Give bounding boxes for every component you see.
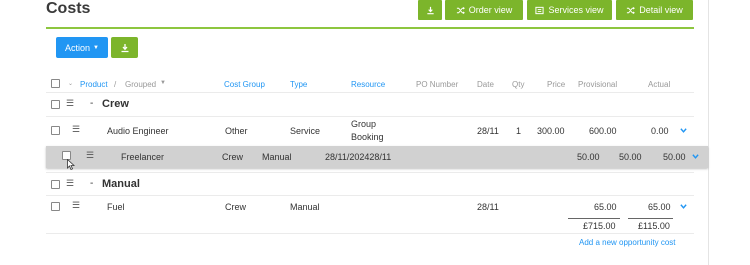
group-checkbox[interactable] (51, 100, 60, 109)
column-header-type[interactable]: Type (290, 80, 307, 89)
row-resource-line2: Booking (351, 132, 384, 142)
row-price: 50.00 (577, 152, 600, 162)
totals-rule-provisional (568, 218, 620, 219)
order-view-label: Order view (468, 5, 513, 15)
row-actual: 65.00 (648, 202, 671, 212)
row-type: Manual (262, 152, 292, 162)
row-separator (46, 195, 694, 196)
row-price: 300.00 (537, 126, 565, 136)
column-header-date: Date (477, 80, 494, 89)
cursor-icon (67, 159, 75, 170)
group-title-crew: Crew (102, 98, 129, 110)
column-header-grouped[interactable]: Grouped (125, 80, 156, 89)
column-header-product[interactable]: Product (80, 80, 108, 89)
download-button[interactable] (418, 0, 442, 20)
row-product[interactable]: Freelancer (121, 152, 164, 162)
sort-caret[interactable]: ⌄ (68, 80, 73, 87)
row-date: 28/11 (477, 126, 499, 136)
header-divider (46, 27, 694, 29)
download-button[interactable] (111, 37, 138, 58)
column-header-po-number: PO Number (416, 80, 459, 89)
action-label: Action (65, 42, 91, 53)
shuffle-icon (627, 6, 636, 14)
column-header-separator: / (114, 80, 117, 89)
row-date-range: 28/11/202428/11 (325, 152, 392, 162)
column-header-actual: Actual (648, 80, 671, 89)
totals-separator (46, 233, 694, 234)
collapse-toggle[interactable]: - (90, 98, 93, 109)
column-header-cost-group[interactable]: Cost Group (224, 80, 265, 89)
shuffle-icon (456, 6, 465, 14)
drag-handle-icon[interactable]: ☰ (66, 179, 74, 188)
row-date: 28/11 (477, 202, 499, 212)
chevron-down-icon[interactable] (692, 153, 699, 160)
row-checkbox[interactable] (51, 202, 60, 211)
drag-handle-icon[interactable]: ☰ (72, 125, 80, 134)
row-type: Manual (290, 202, 320, 212)
row-separator (46, 172, 694, 173)
column-header-resource[interactable]: Resource (351, 80, 385, 89)
select-all-checkbox[interactable] (51, 79, 60, 88)
row-resource-line1: Group (351, 119, 377, 129)
row-qty: 1 (516, 126, 522, 136)
services-icon (535, 6, 545, 14)
totals-rule-actual (628, 218, 673, 219)
download-icon (426, 6, 434, 14)
services-view-label: Services view (548, 5, 604, 15)
row-product[interactable]: Audio Engineer (107, 126, 169, 136)
row-provisional: 50.00 (619, 152, 642, 162)
drag-handle-icon[interactable]: ☰ (86, 151, 94, 160)
total-actual: £115.00 (638, 221, 670, 231)
caret-down-icon: ▼ (93, 44, 99, 51)
panel-border (708, 0, 709, 265)
row-cost-group: Other (225, 126, 248, 136)
drag-handle-icon[interactable]: ☰ (72, 201, 80, 210)
group-checkbox[interactable] (51, 180, 60, 189)
row-provisional: 600.00 (589, 126, 617, 136)
drag-handle-icon[interactable]: ☰ (66, 99, 74, 108)
row-type: Service (290, 126, 321, 136)
column-header-qty: Qty (512, 80, 525, 89)
column-header-provisional: Provisional (578, 80, 618, 89)
row-checkbox[interactable] (51, 126, 60, 135)
row-provisional: 65.00 (594, 202, 617, 212)
group-title-manual: Manual (102, 178, 140, 190)
order-view-button[interactable]: Order view (445, 0, 523, 20)
download-icon (121, 43, 128, 52)
header-separator (46, 92, 694, 93)
services-view-button[interactable]: Services view (527, 0, 612, 20)
page-title: Costs (46, 0, 91, 17)
chevron-down-icon[interactable] (680, 203, 687, 210)
row-separator (46, 116, 694, 117)
column-header-price: Price (547, 80, 566, 89)
chevron-down-icon[interactable] (680, 127, 687, 134)
total-provisional: £715.00 (583, 221, 616, 231)
row-actual: 0.00 (651, 126, 669, 136)
row-product[interactable]: Fuel (107, 202, 125, 212)
add-opportunity-cost-link[interactable]: Add a new opportunity cost (579, 238, 676, 247)
collapse-toggle[interactable]: - (90, 178, 93, 189)
action-dropdown-button[interactable]: Action ▼ (56, 37, 108, 58)
detail-view-label: Detail view (639, 5, 683, 15)
row-cost-group: Crew (222, 152, 244, 162)
row-actual: 50.00 (663, 152, 686, 162)
detail-view-button[interactable]: Detail view (616, 0, 693, 20)
row-cost-group: Crew (225, 202, 247, 212)
chevron-down-icon[interactable]: ▼ (160, 80, 166, 86)
